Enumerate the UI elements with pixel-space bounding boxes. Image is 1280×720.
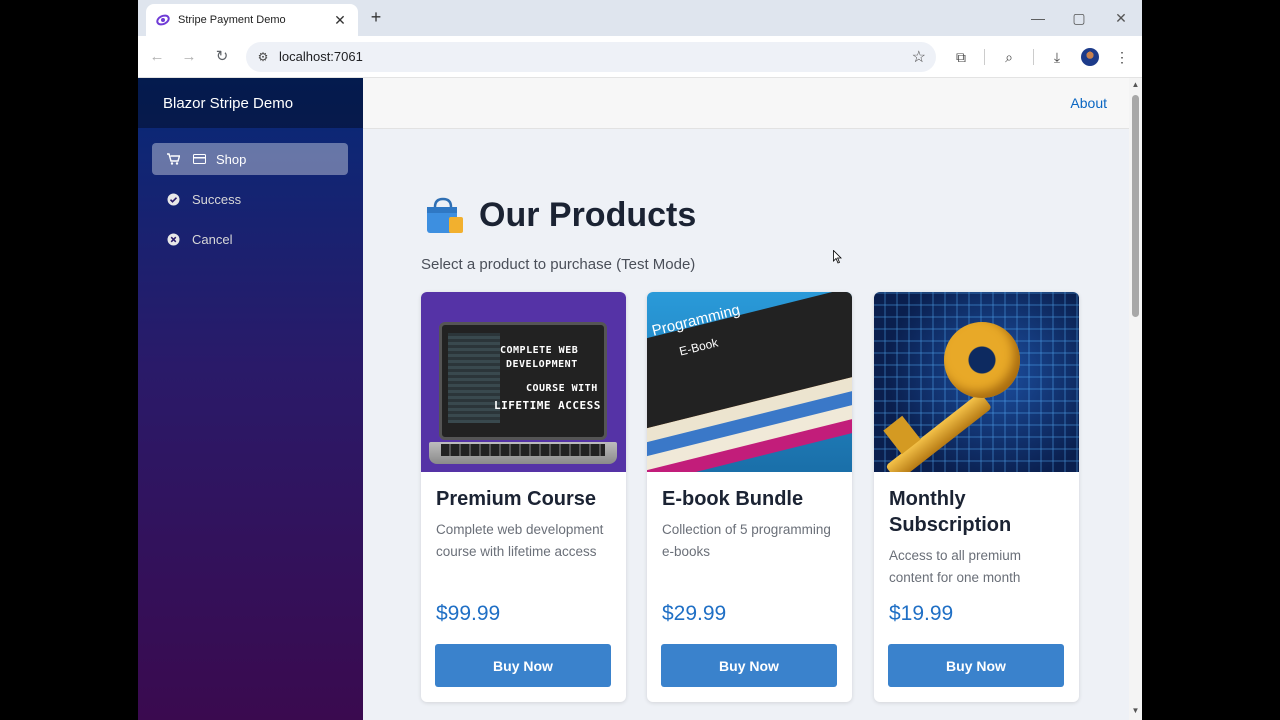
- tab-bar: Stripe Payment Demo ✕ + — ▢ ✕: [138, 0, 1142, 36]
- url-text[interactable]: localhost:7061: [279, 49, 363, 64]
- address-bar[interactable]: ⚙ localhost:7061 ☆: [246, 42, 936, 72]
- browser-toolbar: ← → ↻ ⚙ localhost:7061 ☆ ⧉ ⌕ ⤓ ⋮: [138, 36, 1142, 78]
- sidebar-item-cancel[interactable]: Cancel: [152, 223, 348, 255]
- shopping-bag-icon: [425, 197, 465, 235]
- product-image-books: Programming E-Book: [647, 292, 852, 472]
- sidebar-item-label: Shop: [216, 151, 247, 167]
- buy-now-button[interactable]: Buy Now: [888, 644, 1064, 687]
- sidebar-item-label: Success: [192, 191, 242, 207]
- product-card-monthly-subscription: Monthly Subscription Access to all premi…: [874, 292, 1079, 702]
- laptop-base: [429, 442, 617, 464]
- media-search-icon[interactable]: ⌕: [999, 47, 1019, 67]
- image-text: LIFETIME ACCESS: [494, 399, 601, 412]
- product-title: Monthly Subscription: [889, 488, 1012, 536]
- buy-now-button[interactable]: Buy Now: [435, 644, 611, 687]
- product-card-premium-course: COMPLETE WEB DEVELOPMENT COURSE WITH LIF…: [421, 292, 626, 702]
- laptop-screen: COMPLETE WEB DEVELOPMENT COURSE WITH LIF…: [439, 322, 607, 440]
- product-image-key: [874, 292, 1079, 472]
- buy-now-button[interactable]: Buy Now: [661, 644, 837, 687]
- product-title: E-book Bundle: [662, 488, 804, 510]
- about-link[interactable]: About: [1070, 95, 1107, 111]
- sidebar-item-success[interactable]: Success: [152, 183, 348, 215]
- page-content: Blazor Stripe Demo Shop Success Cancel A…: [138, 78, 1142, 720]
- check-circle-icon: [166, 192, 180, 206]
- maximize-icon[interactable]: ▢: [1069, 8, 1089, 28]
- scroll-thumb[interactable]: [1132, 95, 1139, 317]
- product-title: Premium Course: [436, 488, 597, 510]
- product-description: Collection of 5 programming e-books: [662, 522, 831, 559]
- page-heading: Our Products: [425, 196, 696, 235]
- browser-tab[interactable]: Stripe Payment Demo ✕: [146, 4, 358, 36]
- credit-card-icon: [192, 152, 206, 166]
- profile-avatar[interactable]: [1081, 48, 1099, 66]
- scroll-up-icon[interactable]: ▲: [1131, 80, 1140, 89]
- brand-title[interactable]: Blazor Stripe Demo: [163, 95, 293, 112]
- sidebar-item-label: Cancel: [192, 231, 233, 247]
- download-icon[interactable]: ⤓: [1047, 47, 1067, 67]
- bookmark-star-icon[interactable]: ☆: [912, 47, 926, 67]
- back-arrow-icon[interactable]: ←: [147, 47, 167, 67]
- main-content: About Our Products Select a product to p…: [363, 78, 1129, 720]
- extensions-icon[interactable]: ⧉: [951, 47, 971, 67]
- menu-kebab-icon[interactable]: ⋮: [1112, 47, 1132, 67]
- image-text: DEVELOPMENT: [506, 359, 578, 370]
- x-circle-icon: [166, 232, 180, 246]
- product-price: $99.99: [436, 602, 501, 625]
- toolbar-divider: [984, 49, 985, 65]
- sidebar: Blazor Stripe Demo Shop Success Cancel: [138, 78, 363, 720]
- sidebar-item-shop[interactable]: Shop: [152, 143, 348, 175]
- browser-window: Stripe Payment Demo ✕ + — ▢ ✕ ← → ↻ ⚙ lo…: [138, 0, 1142, 720]
- page-scrollbar[interactable]: ▲ ▼: [1129, 78, 1142, 720]
- page-title: Our Products: [479, 196, 697, 234]
- image-text: COURSE WITH: [526, 383, 598, 394]
- image-text: COMPLETE WEB: [500, 345, 579, 356]
- forward-arrow-icon[interactable]: →: [179, 47, 199, 67]
- tab-close-icon[interactable]: ✕: [332, 12, 348, 29]
- product-image-laptop: COMPLETE WEB DEVELOPMENT COURSE WITH LIF…: [421, 292, 626, 472]
- sidebar-header: Blazor Stripe Demo: [138, 78, 363, 128]
- minimize-icon[interactable]: —: [1028, 8, 1048, 28]
- blazor-favicon-icon: [156, 13, 170, 27]
- golden-key: [944, 322, 1020, 398]
- site-info-icon[interactable]: ⚙: [254, 48, 272, 66]
- new-tab-button[interactable]: +: [366, 8, 386, 28]
- product-price: $29.99: [662, 602, 727, 625]
- reload-icon[interactable]: ↻: [212, 47, 232, 67]
- scroll-down-icon[interactable]: ▼: [1131, 706, 1140, 715]
- page-subtitle: Select a product to purchase (Test Mode): [421, 256, 696, 273]
- window-close-icon[interactable]: ✕: [1111, 8, 1131, 28]
- product-description: Complete web development course with lif…: [436, 522, 604, 559]
- product-card-ebook-bundle: Programming E-Book E-book Bundle Collect…: [647, 292, 852, 702]
- mouse-cursor-icon: [833, 250, 842, 264]
- cart-icon: [166, 152, 180, 166]
- product-description: Access to all premium content for one mo…: [889, 548, 1022, 585]
- tab-title: Stripe Payment Demo: [178, 14, 286, 26]
- top-row: About: [363, 78, 1129, 129]
- toolbar-divider: [1033, 49, 1034, 65]
- product-price: $19.99: [889, 602, 954, 625]
